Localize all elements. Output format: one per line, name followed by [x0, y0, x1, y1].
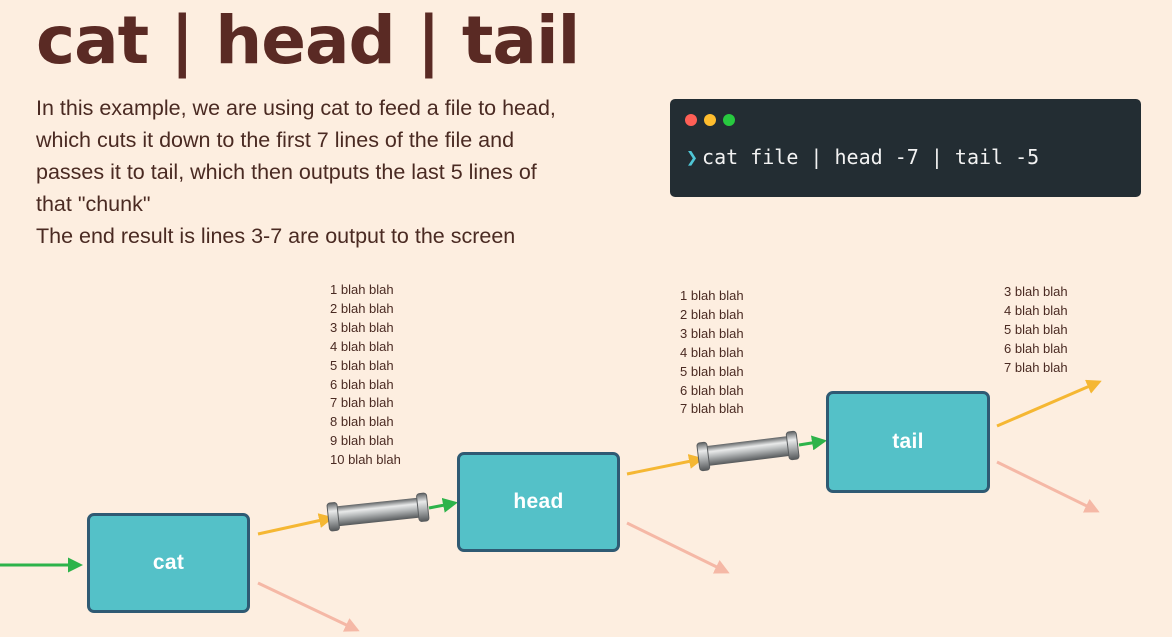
head-label: head [513, 490, 564, 513]
list-item: 9 blah blah [330, 433, 394, 449]
list-item: 6 blah blah [680, 382, 744, 398]
list-item: 4 blah blah [680, 344, 744, 360]
list-item: 6 blah blah [1004, 340, 1068, 356]
pipe-icon [326, 492, 430, 532]
head-stdout-arrow [626, 454, 704, 476]
head-output-lines: 1 blah blah 2 blah blah 3 blah blah 4 bl… [680, 287, 744, 419]
list-item: 5 blah blah [330, 357, 394, 373]
list-item: 10 blah blah [330, 452, 401, 468]
list-item: 3 blah blah [680, 325, 744, 341]
cat-label: cat [152, 551, 185, 574]
cat-stdout-arrow [257, 513, 334, 536]
pipe-to-head-arrow [428, 497, 458, 513]
tail-stdout-arrow [996, 379, 1102, 428]
head-stderr-arrow [626, 521, 730, 574]
list-item: 6 blah blah [330, 376, 394, 392]
tail-box: tail [826, 391, 990, 493]
list-item: 4 blah blah [330, 338, 394, 354]
list-item: 3 blah blah [330, 319, 394, 335]
list-item: 2 blah blah [330, 300, 394, 316]
list-item: 7 blah blah [330, 395, 394, 411]
head-box: head [457, 452, 620, 552]
list-item: 4 blah blah [1004, 302, 1068, 318]
list-item: 7 blah blah [1004, 359, 1068, 375]
cat-output-lines: 1 blah blah 2 blah blah 3 blah blah 4 bl… [330, 281, 401, 470]
list-item: 5 blah blah [680, 363, 744, 379]
pipe-icon [696, 430, 800, 472]
list-item: 3 blah blah [1004, 284, 1068, 299]
pipe-to-tail-arrow [798, 435, 827, 451]
list-item: 1 blah blah [680, 288, 744, 303]
list-item: 1 blah blah [330, 282, 394, 297]
cat-stderr-arrow [257, 581, 360, 632]
list-item: 8 blah blah [330, 414, 394, 430]
tail-output-lines: 3 blah blah 4 blah blah 5 blah blah 6 bl… [1004, 283, 1068, 378]
tail-stderr-arrow [996, 460, 1100, 513]
list-item: 2 blah blah [680, 306, 744, 322]
list-item: 7 blah blah [680, 401, 744, 417]
list-item: 5 blah blah [1004, 321, 1068, 337]
tail-label: tail [892, 430, 924, 453]
cat-box: cat [87, 513, 250, 613]
